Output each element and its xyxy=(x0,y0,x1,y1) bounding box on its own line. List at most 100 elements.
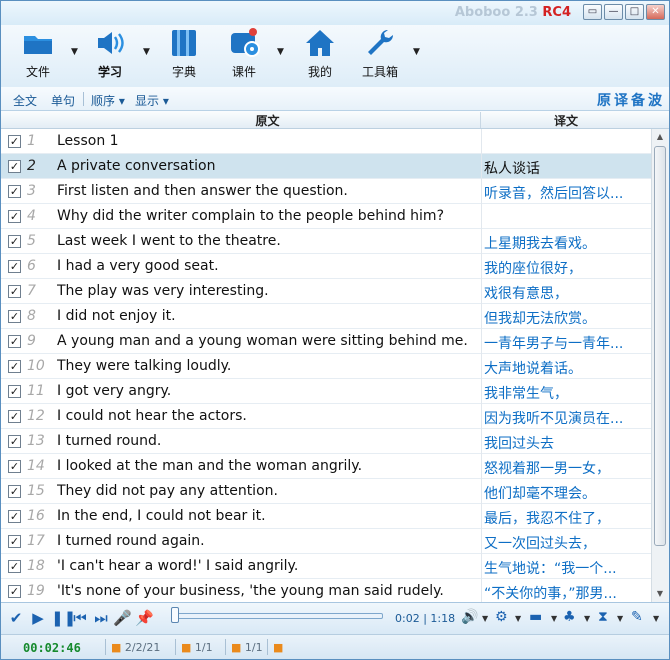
scroll-down-icon[interactable]: ▼ xyxy=(653,587,667,601)
table-row[interactable]: ✓ 12 I could not hear the actors. 因为我听不见演员在… xyxy=(1,404,651,429)
source-column-header[interactable]: 原文 xyxy=(55,112,481,128)
table-row[interactable]: ✓ 4 Why did the writer complain to the peo… xyxy=(1,204,651,229)
chevron-down-icon[interactable]: ▼ xyxy=(71,47,78,57)
chevron-down-icon[interactable]: ▼ xyxy=(413,47,420,57)
row-checkbox[interactable]: ✓ xyxy=(8,460,21,473)
next-icon[interactable]: ⏭ xyxy=(92,609,110,627)
row-checkbox[interactable]: ✓ xyxy=(8,585,21,598)
table-row[interactable]: ✓ 11 I got very angry. 我非常生气， xyxy=(1,379,651,404)
row-checkbox[interactable]: ✓ xyxy=(8,535,21,548)
row-checkbox[interactable]: ✓ xyxy=(8,285,21,298)
playback-time: 0:02 | 1:18 xyxy=(395,612,456,625)
row-checkbox[interactable]: ✓ xyxy=(8,185,21,198)
row-checkbox[interactable]: ✓ xyxy=(8,360,21,373)
row-number: 14 xyxy=(27,458,45,474)
previous-icon[interactable]: ⏮ xyxy=(71,609,89,627)
chevron-down-icon[interactable]: ▼ xyxy=(143,47,150,57)
toolbar-mine-button[interactable]: 我的 xyxy=(291,27,349,83)
vertical-scrollbar[interactable]: ▲ ▼ xyxy=(651,129,668,602)
volume-icon[interactable]: 🔊 xyxy=(461,609,478,625)
maximize-button[interactable]: □ xyxy=(625,4,644,20)
scrollbar-thumb[interactable] xyxy=(654,146,666,546)
toolbar-toolbox-button[interactable]: 工具箱 ▼ xyxy=(351,27,420,83)
row-checkbox[interactable]: ✓ xyxy=(8,510,21,523)
table-row[interactable]: ✓ 6 I had a very good seat. 我的座位很好， xyxy=(1,254,651,279)
toolbar-file-button[interactable]: 文件 ▼ xyxy=(9,27,78,83)
microphone-icon[interactable]: 🎤 xyxy=(113,609,132,627)
chevron-down-icon[interactable]: ▼ xyxy=(482,614,488,623)
row-number: 9 xyxy=(27,333,36,349)
row-checkbox[interactable]: ✓ xyxy=(8,135,21,148)
chevron-down-icon[interactable]: ▼ xyxy=(584,614,590,623)
divider xyxy=(481,479,482,504)
chevron-down-icon[interactable]: ▼ xyxy=(617,614,623,623)
table-row[interactable]: ✓ 13 I turned round. 我回过头去 xyxy=(1,429,651,454)
close-button[interactable]: ✕ xyxy=(646,4,665,20)
chevron-down-icon[interactable]: ▼ xyxy=(515,614,521,623)
table-row[interactable]: ✓ 15 They did not pay any attention. 他们却毫不理… xyxy=(1,479,651,504)
progress-knob[interactable] xyxy=(171,607,179,623)
source-text: 'It's none of your business, 'the young … xyxy=(57,583,444,599)
table-row[interactable]: ✓ 17 I turned round again. 又一次回过头去， xyxy=(1,529,651,554)
table-row[interactable]: ✓ 16 In the end, I could not bear it. 最后，我忍… xyxy=(1,504,651,529)
table-row[interactable]: ✓ 14 I looked at the man and the woman ang… xyxy=(1,454,651,479)
table-row[interactable]: ✓ 5 Last week I went to the theatre. 上星期我去看… xyxy=(1,229,651,254)
translation-text: 一青年男子与一青年... xyxy=(484,336,624,352)
table-row[interactable]: ✓ 1 Lesson 1 xyxy=(1,129,651,154)
display-mode-icon[interactable]: ▬ xyxy=(529,609,542,625)
row-checkbox[interactable]: ✓ xyxy=(8,160,21,173)
table-row[interactable]: ✓ 3 First listen and then answer the quest… xyxy=(1,179,651,204)
table-row[interactable]: ✓ 7 The play was very interesting. 戏很有意思， xyxy=(1,279,651,304)
translation-column-header[interactable]: 译文 xyxy=(481,112,651,129)
play-icon[interactable]: ▶ xyxy=(29,609,47,627)
pin-icon[interactable]: 📌 xyxy=(135,609,154,627)
edit-icon[interactable]: ✎ xyxy=(631,609,643,625)
chevron-down-icon[interactable]: ▼ xyxy=(551,614,557,623)
timer-icon[interactable]: ⧗ xyxy=(598,609,608,625)
row-checkbox[interactable]: ✓ xyxy=(8,235,21,248)
progress-track[interactable] xyxy=(171,613,383,619)
order-menu[interactable]: 顺序 ▾ xyxy=(91,92,125,109)
translation-text: 因为我听不见演员在... xyxy=(484,411,624,427)
row-checkbox[interactable]: ✓ xyxy=(8,560,21,573)
sentence-list: ✓ 1 Lesson 1 ✓ 2 A private conversation 私人谈话 ✓ 3… xyxy=(1,129,651,602)
gear-icon[interactable]: ⚙ xyxy=(495,609,508,625)
restore-window-button[interactable]: ▭ xyxy=(583,4,602,20)
table-row[interactable]: ✓ 2 A private conversation 私人谈话 xyxy=(1,154,651,179)
row-number: 10 xyxy=(27,358,45,374)
divider xyxy=(267,639,268,655)
table-row[interactable]: ✓ 19 'It's none of your business, 'the you… xyxy=(1,579,651,602)
row-checkbox[interactable]: ✓ xyxy=(8,210,21,223)
table-row[interactable]: ✓ 8 I did not enjoy it. 但我却无法欣赏。 xyxy=(1,304,651,329)
repeat-icon[interactable]: ♣ xyxy=(563,609,576,625)
display-menu[interactable]: 显示 ▾ xyxy=(135,92,169,109)
check-icon[interactable]: ✔ xyxy=(7,609,25,627)
minimize-button[interactable]: — xyxy=(604,4,623,20)
row-checkbox[interactable]: ✓ xyxy=(8,435,21,448)
toolbar-dictionary-button[interactable]: 字典 xyxy=(155,27,213,83)
status-repeat: ■ 1/1 xyxy=(181,641,213,654)
row-checkbox[interactable]: ✓ xyxy=(8,385,21,398)
folder-icon xyxy=(24,36,52,54)
single-sentence-tab[interactable]: 单句 xyxy=(51,92,75,109)
main-toolbar: 文件 ▼ 学习 ▼ 字典 课件 ▼ 我的 工具箱 ▼ xyxy=(1,25,669,87)
scroll-up-icon[interactable]: ▲ xyxy=(653,130,667,144)
status-position: ■ 2/2/21 xyxy=(111,641,161,654)
chevron-down-icon[interactable]: ▼ xyxy=(277,47,284,57)
chevron-down-icon[interactable]: ▼ xyxy=(653,614,659,623)
title-bar[interactable]: Aboboo 2.3 RC4 ▭ — □ ✕ xyxy=(1,1,669,25)
pause-icon[interactable]: ❚❚ xyxy=(51,609,76,627)
row-checkbox[interactable]: ✓ xyxy=(8,410,21,423)
row-number: 13 xyxy=(27,433,45,449)
row-checkbox[interactable]: ✓ xyxy=(8,485,21,498)
toolbar-courseware-button[interactable]: 课件 ▼ xyxy=(215,27,284,83)
divider xyxy=(481,554,482,579)
row-checkbox[interactable]: ✓ xyxy=(8,310,21,323)
row-checkbox[interactable]: ✓ xyxy=(8,335,21,348)
full-text-tab[interactable]: 全文 xyxy=(13,92,37,109)
table-row[interactable]: ✓ 10 They were talking loudly. 大声地说着话。 xyxy=(1,354,651,379)
row-checkbox[interactable]: ✓ xyxy=(8,260,21,273)
table-row[interactable]: ✓ 9 A young man and a young woman were sit… xyxy=(1,329,651,354)
table-row[interactable]: ✓ 18 'I can't hear a word!' I said angrily… xyxy=(1,554,651,579)
toolbar-study-button[interactable]: 学习 ▼ xyxy=(81,27,150,83)
